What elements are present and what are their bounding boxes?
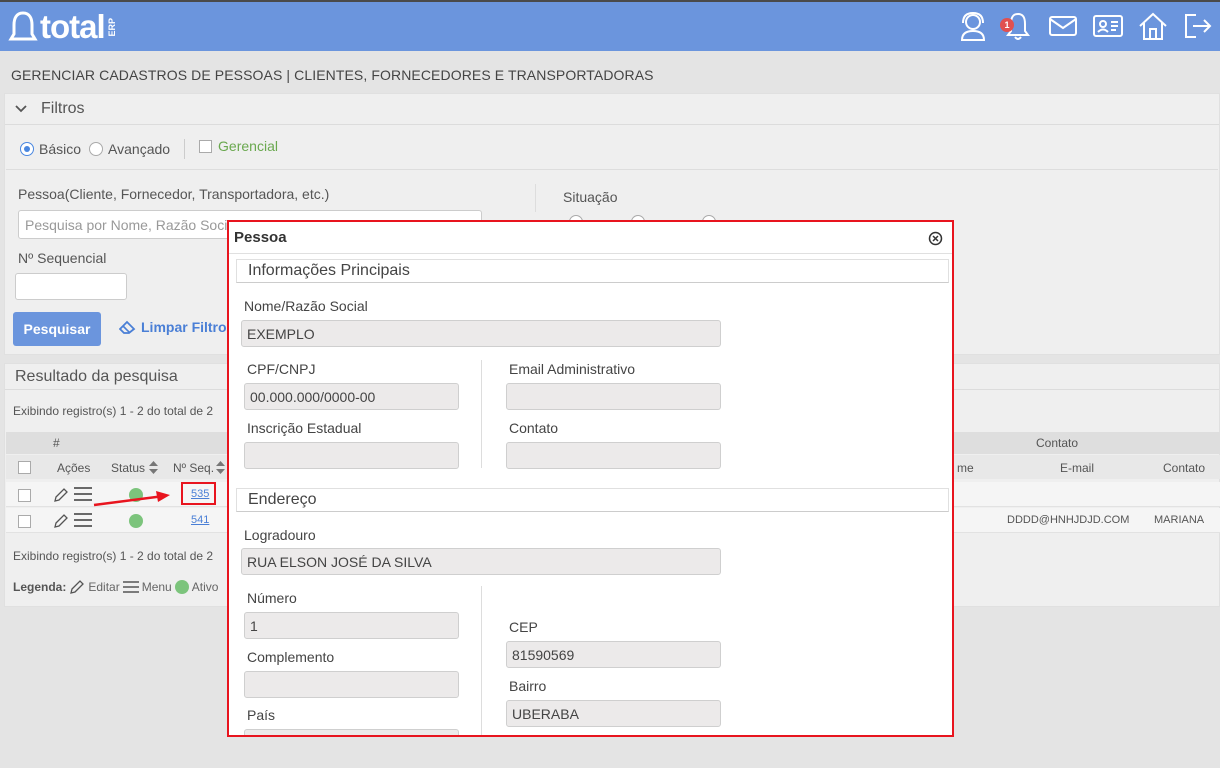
home-icon[interactable]	[1137, 10, 1169, 42]
district-field[interactable]: UBERABA	[506, 700, 721, 727]
select-all-checkbox[interactable]	[18, 461, 31, 474]
clear-filters-label: Limpar Filtros	[141, 319, 235, 335]
legend-edit: Editar	[88, 580, 120, 594]
chevron-down-icon	[15, 105, 27, 113]
status-active-dot	[129, 514, 143, 528]
app-logo[interactable]: total ERP	[8, 8, 117, 46]
email-field[interactable]	[506, 383, 721, 410]
street-field[interactable]: RUA ELSON JOSÉ DA SILVA	[241, 548, 721, 575]
col-contact: Contato	[1163, 461, 1206, 475]
results-summary-bottom: Exibindo registro(s) 1 - 2 do total de 2	[13, 549, 214, 563]
legend-label: Legenda:	[13, 580, 67, 594]
col-email: E-mail	[1060, 461, 1095, 475]
legend: Legenda: Editar Menu Ativo	[13, 579, 218, 595]
clear-filters-button[interactable]: Limpar Filtros	[119, 319, 234, 335]
radio-basic-label: Básico	[39, 141, 82, 157]
top-bar: total ERP 1	[0, 0, 1220, 51]
name-label: Nome/Razão Social	[244, 298, 368, 314]
country-label: País	[247, 707, 276, 723]
divider	[481, 586, 482, 735]
managerial-label: Gerencial	[218, 138, 278, 154]
row-contact: MARIANA	[1154, 514, 1205, 526]
cpf-label: CPF/CNPJ	[247, 361, 316, 377]
filters-header[interactable]: Filtros	[5, 94, 1219, 125]
name-field[interactable]: EXEMPLO	[241, 320, 721, 347]
annotation-highlight	[181, 482, 216, 505]
col-status[interactable]: Status	[111, 461, 145, 475]
close-icon[interactable]	[928, 231, 943, 246]
number-label: Número	[247, 590, 297, 606]
mail-icon[interactable]	[1047, 10, 1079, 42]
district-label: Bairro	[509, 678, 547, 694]
logo-bell-icon	[8, 11, 38, 41]
seq-link[interactable]: 541	[191, 514, 209, 526]
complement-field[interactable]	[244, 671, 459, 698]
divider	[481, 360, 482, 468]
person-label: Pessoa(Cliente, Fornecedor, Transportado…	[18, 186, 330, 202]
group-hash: #	[53, 436, 60, 450]
contact-field[interactable]	[506, 442, 721, 469]
radio-advanced-label: Avançado	[108, 141, 171, 157]
ie-label: Inscrição Estadual	[247, 420, 362, 436]
ie-field[interactable]	[244, 442, 459, 469]
eraser-icon	[119, 320, 136, 334]
cpf-field[interactable]: 00.000.000/0000-00	[244, 383, 459, 410]
col-seq[interactable]: Nº Seq.	[173, 461, 214, 475]
menu-icon	[122, 581, 139, 593]
cep-field[interactable]: 81590569	[506, 641, 721, 668]
results-summary-top: Exibindo registro(s) 1 - 2 do total de 2	[13, 404, 214, 418]
section-address: Endereço	[236, 488, 949, 512]
divider	[6, 169, 1218, 170]
pencil-icon[interactable]	[53, 513, 69, 529]
sort-icon[interactable]	[216, 461, 225, 474]
complement-label: Complemento	[247, 649, 335, 665]
radio-basic[interactable]	[20, 142, 34, 156]
divider	[535, 184, 536, 212]
logo-subtext: ERP	[106, 17, 117, 37]
divider	[184, 139, 186, 159]
legend-active: Ativo	[191, 580, 219, 594]
number-field[interactable]: 1	[244, 612, 459, 639]
group-contact: Contato	[1036, 436, 1079, 450]
sort-icon[interactable]	[149, 461, 158, 474]
radio-advanced[interactable]	[89, 142, 104, 156]
contact-label: Contato	[509, 420, 559, 436]
cep-label: CEP	[509, 619, 538, 635]
legend-menu: Menu	[141, 580, 172, 594]
person-modal: Pessoa Informações Principais Nome/Razão…	[227, 220, 954, 737]
modal-title: Pessoa	[229, 222, 952, 254]
support-agent-icon[interactable]	[957, 10, 989, 42]
menu-icon[interactable]	[74, 512, 92, 528]
annotation-arrow	[93, 491, 170, 507]
logout-icon[interactable]	[1182, 10, 1214, 42]
row-checkbox[interactable]	[18, 515, 31, 528]
bell-icon[interactable]: 1	[1000, 10, 1034, 42]
email-label: Email Administrativo	[509, 361, 636, 377]
row-email: DDDD@HNHJDJD.COM	[1007, 514, 1130, 526]
sequence-label: Nº Sequencial	[18, 250, 107, 266]
page-title: GERENCIAR CADASTROS DE PESSOAS | CLIENTE…	[11, 67, 654, 83]
col-name: me	[957, 461, 974, 475]
situation-label: Situação	[563, 189, 618, 205]
managerial-checkbox[interactable]	[199, 139, 213, 153]
street-label: Logradouro	[244, 527, 316, 543]
country-field[interactable]	[244, 729, 459, 735]
row-checkbox[interactable]	[18, 489, 31, 502]
sequence-input[interactable]	[15, 273, 127, 300]
menu-icon[interactable]	[74, 486, 92, 502]
pencil-icon[interactable]	[53, 487, 69, 503]
notification-badge: 1	[1000, 18, 1014, 32]
id-card-icon[interactable]	[1092, 10, 1124, 42]
legend-active-dot	[174, 580, 189, 594]
filters-title: Filtros	[41, 100, 85, 117]
pencil-icon	[70, 580, 85, 594]
section-main: Informações Principais	[236, 259, 949, 283]
logo-text: total	[40, 8, 106, 45]
col-actions: Ações	[57, 461, 91, 475]
search-button[interactable]: Pesquisar	[13, 312, 101, 346]
